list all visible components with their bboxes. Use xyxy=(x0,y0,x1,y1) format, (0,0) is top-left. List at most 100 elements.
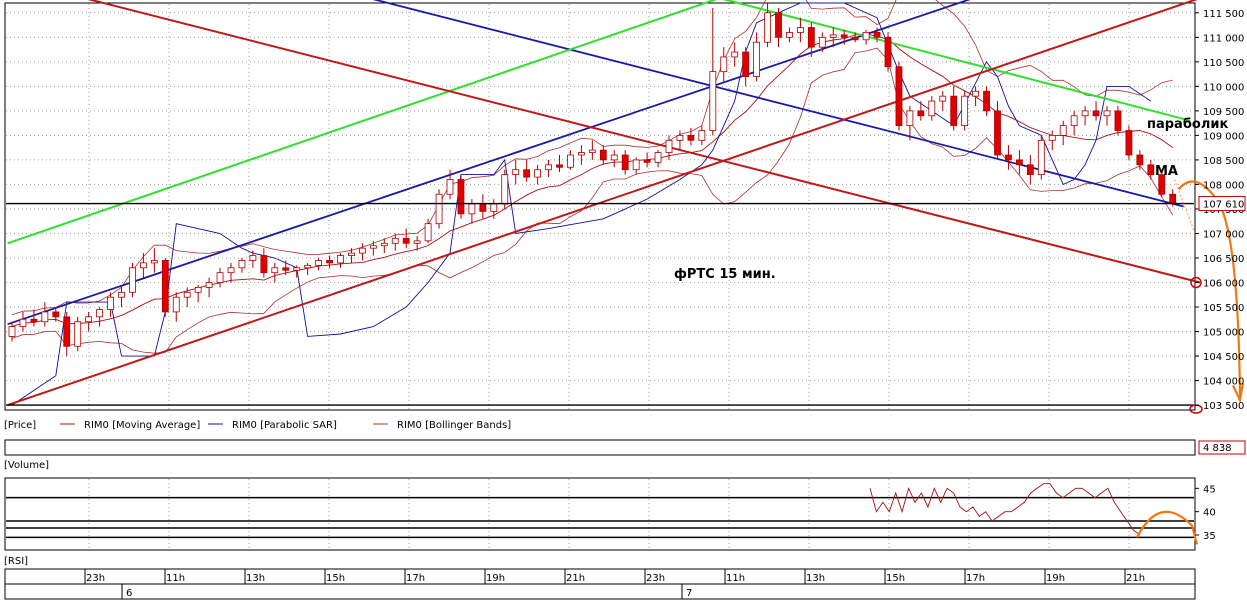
candle-body-up xyxy=(1059,125,1067,136)
candle xyxy=(129,262,136,298)
candle-body-up xyxy=(709,71,717,131)
price-tick-label: 107 000 xyxy=(1203,229,1244,240)
candle-body-up xyxy=(698,130,706,141)
candle-body-up xyxy=(731,51,739,58)
volume-panel-frame xyxy=(4,439,1196,456)
price-tick-label: 110 000 xyxy=(1203,82,1244,93)
candle-body-up xyxy=(961,95,969,126)
candle-body-up xyxy=(413,240,421,244)
ma-annotation: MA xyxy=(1155,164,1178,179)
candle-body-down xyxy=(282,267,290,271)
candle-body-up xyxy=(8,326,16,337)
candle-body-down xyxy=(1169,193,1177,204)
rsi-label: [RSI] xyxy=(4,556,28,567)
candle-body-up xyxy=(676,134,684,141)
price-tick-label: 104 500 xyxy=(1203,352,1244,363)
candle xyxy=(1125,125,1133,160)
time-label: 11h xyxy=(726,573,745,584)
volume-panel: 4 838 [Volume] xyxy=(4,439,1246,471)
candle-body-down xyxy=(1026,164,1034,176)
candle-body-up xyxy=(906,110,914,126)
candle-body-up xyxy=(194,287,202,293)
candle-body-down xyxy=(895,66,903,126)
candle-body-down xyxy=(643,159,651,163)
volume-value: 4 838 xyxy=(1203,443,1232,454)
candle-body-up xyxy=(139,262,147,269)
candle-body-down xyxy=(599,149,607,161)
candle-body-up xyxy=(468,203,476,215)
candle-body-down xyxy=(556,164,563,168)
price-tick-label: 108 000 xyxy=(1203,180,1244,191)
candle-body-up xyxy=(512,169,520,176)
price-tick-label: 111 500 xyxy=(1203,9,1244,20)
candle-body-up xyxy=(358,247,366,254)
time-label: 21h xyxy=(1126,573,1145,584)
candle-body-up xyxy=(578,152,585,156)
candle-body-down xyxy=(457,179,465,215)
candle-body-down xyxy=(52,311,60,318)
candle xyxy=(435,189,443,229)
candle-body-up xyxy=(1103,110,1111,117)
candle-body-down xyxy=(983,90,990,112)
day-label: 6 xyxy=(126,588,132,599)
candle-body-up xyxy=(720,56,728,73)
candle-body-up xyxy=(337,255,344,264)
chart-title: фРТС 15 мин. xyxy=(674,267,776,282)
candle-body-up xyxy=(939,95,947,102)
time-label: 23h xyxy=(646,573,665,584)
candle-body-up xyxy=(665,139,673,153)
candle xyxy=(457,174,465,219)
time-label: 15h xyxy=(326,573,345,584)
price-tick-label: 103 500 xyxy=(1203,401,1244,412)
candle-body-up xyxy=(391,237,399,244)
candle-body-up xyxy=(501,174,509,205)
candle-body-up xyxy=(1070,115,1078,126)
price-panel-frame xyxy=(4,2,1196,411)
candle-body-down xyxy=(326,260,333,264)
candle-body-down xyxy=(1147,164,1155,176)
price-tick-label: 111 000 xyxy=(1203,33,1244,44)
candle xyxy=(961,91,969,131)
candle-body-up xyxy=(786,32,793,38)
candle-body-up xyxy=(567,154,574,168)
candle-body-up xyxy=(85,316,93,323)
candle-body-down xyxy=(775,12,782,38)
rsi-tick-label: 40 xyxy=(1203,508,1216,519)
candle-body-up xyxy=(348,252,355,256)
price-tick-label: 106 500 xyxy=(1203,254,1244,265)
candle-body-down xyxy=(807,27,815,48)
candle-body-down xyxy=(950,95,958,126)
legend: [Price] RIM0 [Moving Average] RIM0 [Para… xyxy=(4,420,511,431)
candle-body-down xyxy=(742,51,750,77)
candle-body-down xyxy=(621,154,629,171)
candle-body-up xyxy=(818,36,826,48)
rsi-tick-label: 35 xyxy=(1203,531,1216,542)
candle xyxy=(74,316,82,352)
candle-body-down xyxy=(63,316,71,347)
price-axis: 111 500 111 000 110 500 110 000 109 500 109 0… xyxy=(1195,9,1246,412)
candle-body-up xyxy=(1048,134,1056,141)
candle-body-up xyxy=(610,154,618,161)
candle-body-down xyxy=(260,255,268,274)
candle-body-up xyxy=(588,149,596,153)
rsi-panel-frame xyxy=(4,477,1196,551)
last-price-label: 107 610 xyxy=(1203,200,1244,211)
time-label: 23h xyxy=(86,573,105,584)
candle-body-up xyxy=(227,267,235,274)
parabolic-annotation: параболик xyxy=(1147,117,1228,132)
time-label: 17h xyxy=(966,573,985,584)
candle xyxy=(1037,135,1045,180)
candle-body-up xyxy=(150,260,158,264)
legend-moving-average: RIM0 [Moving Average] xyxy=(84,420,200,431)
candle-body-up xyxy=(797,27,804,33)
candle-body-up xyxy=(424,223,432,242)
price-tick-label: 106 000 xyxy=(1203,279,1244,290)
candle-body-down xyxy=(840,34,848,38)
rsi-panel: 45 40 35 [RSI] xyxy=(4,477,1216,567)
candle-body-up xyxy=(972,90,979,97)
candle-body-up xyxy=(304,264,312,269)
candle-body-up xyxy=(216,272,224,283)
candle-body-up xyxy=(545,164,552,171)
rsi-tick-label: 45 xyxy=(1203,484,1216,495)
chart-canvas: фРТС 15 мин. параболик MA 111 500 111 000… xyxy=(4,0,1246,600)
